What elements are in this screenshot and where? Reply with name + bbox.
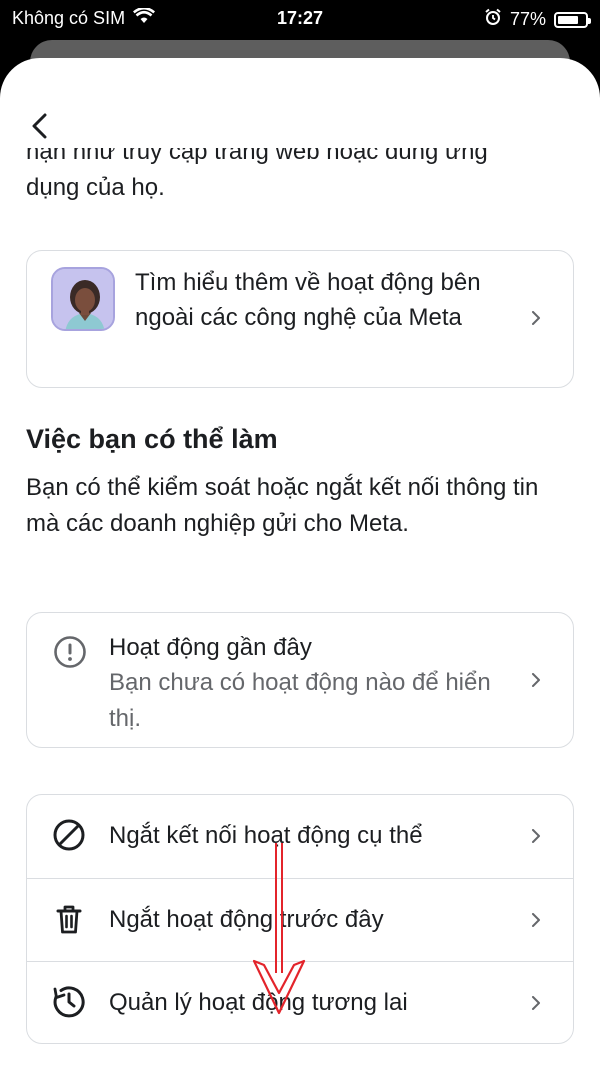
back-button[interactable] xyxy=(22,108,58,144)
actions-card: Ngắt kết nối hoạt động cụ thể Ngắt hoạt … xyxy=(26,794,574,1044)
row-label: Quản lý hoạt động tương lai xyxy=(109,989,408,1016)
battery-icon xyxy=(554,11,591,28)
chevron-right-icon xyxy=(532,673,540,687)
info-circle-icon xyxy=(54,636,86,668)
battery-level xyxy=(558,15,579,24)
status-right: 77% xyxy=(484,8,591,31)
row-label: Ngắt hoạt động trước đây xyxy=(109,906,384,933)
status-bar: Không có SIM 17:27 77% xyxy=(0,0,600,36)
person-avatar xyxy=(51,267,115,331)
bottom-sheet: hạn như truy cập trang web hoặc dùng ứng… xyxy=(0,58,600,1067)
alarm-icon xyxy=(484,8,502,31)
section-title: Việc bạn có thể làm xyxy=(26,424,278,454)
chevron-left-icon xyxy=(32,113,47,139)
battery-percent: 77% xyxy=(509,9,546,29)
row-label: Ngắt kết nối hoạt động cụ thể xyxy=(109,822,423,849)
chevron-right-icon xyxy=(532,913,540,927)
recent-activity-card[interactable]: Hoạt động gần đây Bạn chưa có hoạt động … xyxy=(26,612,574,748)
clock-history-icon xyxy=(53,986,85,1018)
learn-more-label: Tìm hiểu thêm về hoạt động bên ngoài các… xyxy=(135,269,481,331)
block-icon xyxy=(53,819,85,851)
trash-icon xyxy=(56,905,82,934)
learn-more-card[interactable]: Tìm hiểu thêm về hoạt động bên ngoài các… xyxy=(26,250,574,388)
recent-activity-subtitle: Bạn chưa có hoạt động nào để hiển thị. xyxy=(109,669,491,732)
recent-activity-title: Hoạt động gần đây xyxy=(109,634,312,661)
chevron-right-icon xyxy=(532,996,540,1010)
chevron-right-icon xyxy=(532,829,540,843)
disconnect-specific-activity-row[interactable]: Ngắt kết nối hoạt động cụ thể xyxy=(27,795,573,878)
chevron-right-icon xyxy=(532,311,540,325)
clear-previous-activity-row[interactable]: Ngắt hoạt động trước đây xyxy=(27,878,573,961)
section-description: Bạn có thể kiểm soát hoặc ngắt kết nối t… xyxy=(26,474,539,537)
intro-top-line: hạn như truy cập trang web hoặc dùng ứng xyxy=(26,148,488,165)
manage-future-activity-row[interactable]: Quản lý hoạt động tương lai xyxy=(27,961,573,1044)
intro-continuation: dụng của họ. xyxy=(26,174,165,201)
intro-text: hạn như truy cập trang web hoặc dùng ứng… xyxy=(26,148,586,208)
